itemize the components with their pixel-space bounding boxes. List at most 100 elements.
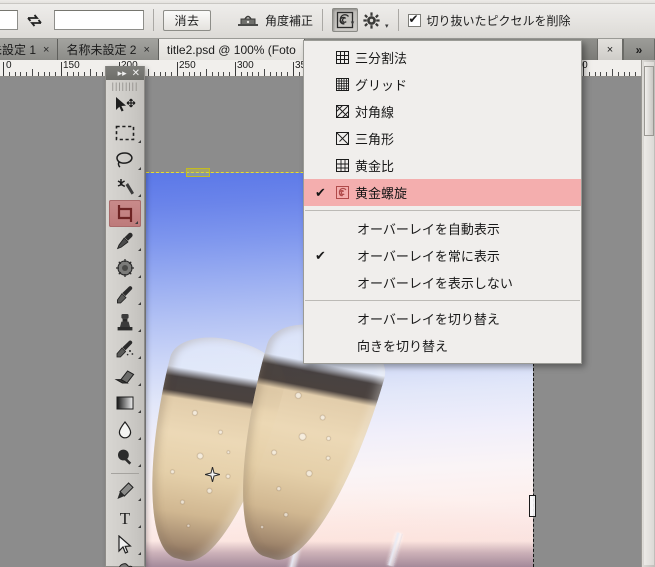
ruler-tick [160, 72, 161, 76]
delete-cropped-pixels-label: 切り抜いたピクセルを削除 [426, 13, 571, 28]
tool-more-indicator [138, 302, 141, 305]
eyedropper-tool[interactable] [106, 227, 144, 254]
tool-more-indicator [138, 525, 141, 528]
clone-stamp-tool[interactable] [106, 308, 144, 335]
swap-arrows-icon[interactable] [21, 9, 47, 31]
close-document-button[interactable]: × [597, 39, 623, 60]
ruler-tick [189, 72, 190, 76]
custom-shape-tool[interactable] [106, 558, 144, 567]
ruler-tick [218, 72, 219, 76]
expand-tabs-button[interactable]: » [623, 39, 655, 60]
tool-group-divider [111, 473, 139, 474]
crop-width-input[interactable] [0, 10, 18, 30]
clear-button[interactable]: 消去 [163, 9, 211, 31]
ruler-tick [165, 72, 166, 76]
tools-panel-header[interactable]: ▸▸ ✕ [106, 66, 144, 80]
ruler-tick [177, 62, 178, 76]
svg-text:T: T [120, 509, 131, 528]
menu-item-overlay-display-1[interactable]: ✔ オーバーレイを常に表示 [304, 242, 581, 269]
grid-thirds-icon [331, 50, 353, 65]
tab-title2-psd[interactable]: title2.psd @ 100% (Foto [158, 39, 305, 60]
ruler-tick [612, 69, 613, 76]
ruler-tick [9, 72, 10, 76]
crop-overlay-icon[interactable]: ▾ [332, 8, 359, 32]
vertical-scrollbar[interactable] [641, 60, 655, 567]
menu-item-golden-spiral[interactable]: ✔ 黄金螺旋 [304, 179, 581, 206]
tab-untitled-1[interactable]: 未設定 1 × [0, 39, 59, 60]
crop-handle-top[interactable] [186, 168, 210, 177]
ruler-tick [148, 69, 149, 76]
ruler-tick [73, 72, 74, 76]
move-tool[interactable] [106, 92, 144, 119]
tab-untitled-2[interactable]: 名称未設定 2 × [58, 39, 159, 60]
delete-cropped-pixels-checkbox[interactable] [407, 12, 421, 27]
crop-height-input[interactable] [54, 10, 144, 30]
dodge-tool[interactable] [106, 443, 144, 470]
eraser-tool[interactable] [106, 362, 144, 389]
tools-panel: ▸▸ ✕ |||||||| T [105, 66, 145, 567]
straighten-level-icon[interactable] [235, 8, 261, 32]
ruler-tick [223, 72, 224, 76]
ruler-tick [194, 72, 195, 76]
path-selection-tool[interactable] [106, 531, 144, 558]
pen-tool[interactable] [106, 477, 144, 504]
menu-item-grid-thirds[interactable]: 三分割法 [304, 44, 581, 71]
tool-more-indicator [138, 140, 141, 143]
ruler-tick [600, 72, 601, 76]
brush-tool[interactable] [106, 281, 144, 308]
ruler-tick [78, 72, 79, 76]
crop-center-marker [205, 467, 220, 482]
magic-wand-tool[interactable] [106, 173, 144, 200]
menu-item-triangle[interactable]: 三角形 [304, 125, 581, 152]
tool-more-indicator [138, 275, 141, 278]
ruler-tick [595, 72, 596, 76]
double-chevron-right-icon[interactable]: ▸▸ [118, 68, 127, 78]
menu-item-overlay-action-0[interactable]: オーバーレイを切り替え [304, 305, 581, 332]
ruler-tick [183, 72, 184, 76]
close-icon[interactable]: × [143, 44, 149, 56]
menu-item-overlay-display-0[interactable]: オーバーレイを自動表示 [304, 215, 581, 242]
menu-item-overlay-display-2[interactable]: オーバーレイを表示しない [304, 269, 581, 296]
horizontal-type-tool[interactable]: T [106, 504, 144, 531]
menu-item-golden-ratio[interactable]: 黄金比 [304, 152, 581, 179]
ruler-tick [618, 72, 619, 76]
gradient-tool[interactable] [106, 389, 144, 416]
tools-panel-grip[interactable]: |||||||| [106, 80, 144, 92]
history-brush-tool[interactable] [106, 335, 144, 362]
scrollbar-track[interactable] [644, 62, 654, 565]
grid-icon [331, 77, 353, 92]
golden-spiral-icon [331, 185, 353, 200]
glass-stem-right-wrap [386, 532, 406, 567]
lasso-tool[interactable] [106, 146, 144, 173]
blur-tool[interactable] [106, 416, 144, 443]
golden-ratio-icon [331, 158, 353, 173]
ruler-label: 300 [237, 60, 254, 71]
crop-handle-right[interactable] [529, 495, 536, 517]
spot-healing-brush-tool[interactable] [106, 254, 144, 281]
crop-overlay-dropdown-menu[interactable]: 三分割法 グリッド対角線三角形 黄金比 ✔ 黄金螺旋 オーバーレイを自動表示 ✔ オーバーレ… [303, 40, 582, 364]
rectangular-marquee-tool[interactable] [106, 119, 144, 146]
menu-item-overlay-action-1[interactable]: 向きを切り替え [304, 332, 581, 359]
ruler-tick [635, 72, 636, 76]
gear-icon[interactable] [358, 8, 384, 32]
ruler-tick [15, 72, 16, 76]
ruler-tick [32, 69, 33, 76]
tab-label: 名称未設定 2 [66, 43, 137, 57]
straighten-label: 角度補正 [265, 13, 314, 28]
ruler-tick [171, 72, 172, 76]
ruler-tick [212, 72, 213, 76]
menu-item-grid[interactable]: グリッド [304, 71, 581, 98]
delete-cropped-pixels-row[interactable]: 切り抜いたピクセルを削除 [407, 12, 571, 29]
scrollbar-thumb[interactable] [644, 66, 654, 136]
triangle-icon [331, 131, 353, 146]
close-icon[interactable]: × [43, 44, 49, 56]
close-icon[interactable]: ✕ [132, 68, 140, 78]
tool-more-indicator [138, 498, 141, 501]
menu-item-diagonal-x[interactable]: 対角線 [304, 98, 581, 125]
ruler-tick [624, 72, 625, 76]
menu-item-label: 向きを切り替え [357, 339, 449, 354]
crop-tool[interactable] [109, 200, 141, 227]
ruler-tick [38, 72, 39, 76]
menu-item-label: 対角線 [355, 105, 395, 120]
settings-button[interactable]: ▾ [358, 8, 389, 32]
